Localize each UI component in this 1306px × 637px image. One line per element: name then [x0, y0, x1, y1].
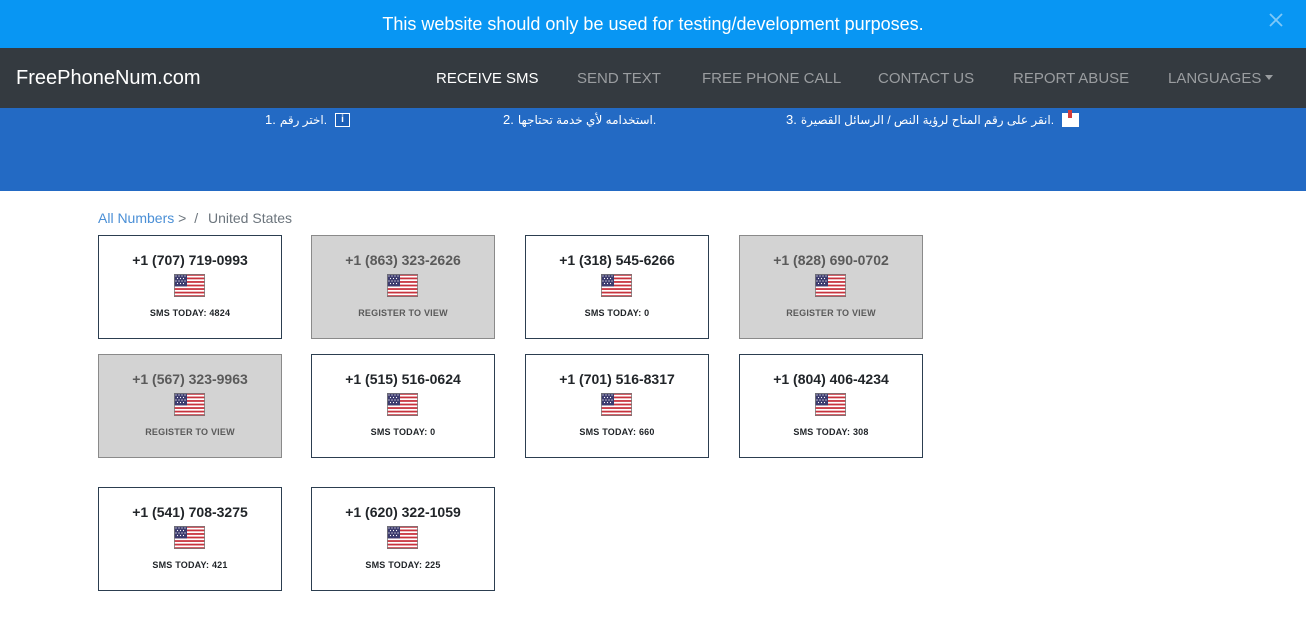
brand-logo[interactable]: FreePhoneNum.com — [16, 67, 201, 90]
phone-number: +1 (804) 406-4234 — [773, 371, 889, 387]
nav-languages-label: LANGUAGES — [1168, 70, 1262, 87]
step-1: 1. .اختر رقم i — [265, 112, 351, 127]
register-to-view-label: REGISTER TO VIEW — [145, 427, 235, 437]
phone-number: +1 (828) 690-0702 — [773, 252, 889, 268]
us-flag-icon — [815, 393, 846, 416]
register-to-view-label: REGISTER TO VIEW — [358, 308, 448, 318]
nav-send-text[interactable]: SEND TEXT — [577, 70, 661, 87]
sms-today-count: SMS TODAY: 421 — [152, 560, 228, 570]
nav-contact-us[interactable]: CONTACT US — [878, 70, 974, 87]
breadcrumb-arrow: > — [178, 210, 187, 226]
us-flag-icon — [601, 393, 632, 416]
info-icon: i — [335, 112, 351, 127]
nav-receive-sms[interactable]: RECEIVE SMS — [436, 70, 539, 87]
close-icon[interactable] — [1266, 10, 1286, 30]
phone-number-card[interactable]: +1 (318) 545-6266 SMS TODAY: 0 — [525, 235, 709, 339]
step-3-text: .انقر على رقم المتاح لرؤية النص / الرسائ… — [800, 112, 1055, 127]
breadcrumb-separator: / — [194, 210, 199, 226]
caret-down-icon — [1265, 75, 1274, 80]
step-1-number: 1. — [265, 112, 276, 127]
phone-number: +1 (567) 323-9963 — [132, 371, 248, 387]
sms-today-count: SMS TODAY: 0 — [584, 308, 650, 318]
phone-number-card[interactable]: +1 (804) 406-4234 SMS TODAY: 308 — [739, 354, 923, 458]
phone-number-card[interactable]: +1 (620) 322-1059 SMS TODAY: 225 — [311, 487, 495, 591]
phone-number-card[interactable]: +1 (541) 708-3275 SMS TODAY: 421 — [98, 487, 282, 591]
phone-number-card[interactable]: +1 (707) 719-0993 SMS TODAY: 4824 — [98, 235, 282, 339]
phone-number: +1 (541) 708-3275 — [132, 504, 248, 520]
phone-number: +1 (515) 516-0624 — [345, 371, 461, 387]
phone-number: +1 (620) 322-1059 — [345, 504, 461, 520]
phone-number-card[interactable]: +1 (567) 323-9963 REGISTER TO VIEW — [98, 354, 282, 458]
breadcrumb: All Numbers > / United States — [98, 210, 292, 226]
phone-number-card[interactable]: +1 (701) 516-8317 SMS TODAY: 660 — [525, 354, 709, 458]
us-flag-icon — [387, 526, 418, 549]
us-flag-icon — [174, 274, 205, 297]
inbox-icon — [1062, 109, 1080, 127]
nav-report-abuse[interactable]: REPORT ABUSE — [1013, 70, 1129, 87]
step-3: 3. .انقر على رقم المتاح لرؤية النص / الر… — [786, 109, 1080, 127]
phone-number-card[interactable]: +1 (863) 323-2626 REGISTER TO VIEW — [311, 235, 495, 339]
step-2-number: 2. — [503, 112, 514, 127]
sms-today-count: SMS TODAY: 4824 — [149, 308, 231, 318]
nav-free-phone-call[interactable]: FREE PHONE CALL — [702, 70, 841, 87]
us-flag-icon — [387, 274, 418, 297]
step-2: 2. .استخدامه لأي خدمة تحتاجها — [503, 112, 656, 127]
breadcrumb-current: United States — [208, 210, 293, 226]
breadcrumb-all-numbers-link[interactable]: All Numbers — [98, 210, 174, 226]
us-flag-icon — [174, 526, 205, 549]
nav-languages-dropdown[interactable]: LANGUAGES — [1168, 70, 1274, 87]
dev-warning-banner: This website should only be used for tes… — [0, 0, 1306, 48]
step-1-text: .اختر رقم — [279, 112, 328, 127]
phone-number: +1 (863) 323-2626 — [345, 252, 461, 268]
phone-number-card[interactable]: +1 (828) 690-0702 REGISTER TO VIEW — [739, 235, 923, 339]
phone-number: +1 (318) 545-6266 — [559, 252, 675, 268]
sms-today-count: SMS TODAY: 660 — [579, 427, 655, 437]
how-it-works-hero: 1. .اختر رقم i 2. .استخدامه لأي خدمة تحت… — [0, 108, 1306, 191]
phone-number: +1 (707) 719-0993 — [132, 252, 248, 268]
phone-number-card[interactable]: +1 (515) 516-0624 SMS TODAY: 0 — [311, 354, 495, 458]
sms-today-count: SMS TODAY: 308 — [793, 427, 869, 437]
top-navbar: FreePhoneNum.com RECEIVE SMS SEND TEXT F… — [0, 48, 1306, 108]
sms-today-count: SMS TODAY: 225 — [365, 560, 441, 570]
step-3-number: 3. — [786, 112, 797, 127]
us-flag-icon — [815, 274, 846, 297]
us-flag-icon — [174, 393, 205, 416]
phone-number: +1 (701) 516-8317 — [559, 371, 675, 387]
sms-today-count: SMS TODAY: 0 — [370, 427, 436, 437]
us-flag-icon — [387, 393, 418, 416]
banner-text: This website should only be used for tes… — [382, 13, 924, 34]
us-flag-icon — [601, 274, 632, 297]
register-to-view-label: REGISTER TO VIEW — [786, 308, 876, 318]
step-2-text: .استخدامه لأي خدمة تحتاجها — [517, 112, 657, 127]
